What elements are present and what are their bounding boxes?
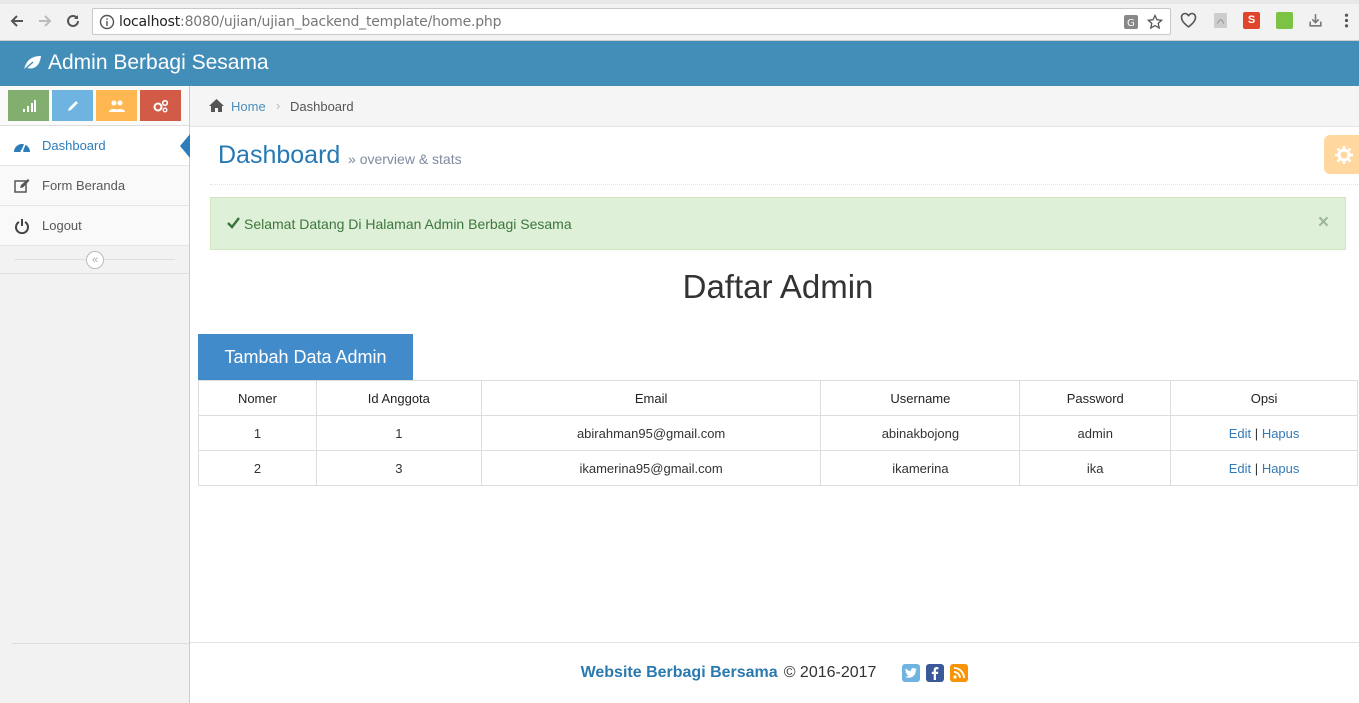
footer-copyright: © 2016-2017 <box>783 664 877 681</box>
translate-icon[interactable]: G <box>1123 14 1139 30</box>
info-icon <box>99 14 115 30</box>
pdf-extension-icon[interactable] <box>1212 12 1229 29</box>
pencil-icon <box>67 100 78 111</box>
cell-password: ika <box>1019 450 1172 486</box>
column-header: Email <box>480 380 822 416</box>
column-header: Opsi <box>1170 380 1358 416</box>
close-icon[interactable]: × <box>1318 212 1329 234</box>
cell-opsi: Edit | Hapus <box>1170 450 1358 486</box>
settings-toggle-button[interactable] <box>1324 135 1359 174</box>
table-header-row: Nomer Id Anggota Email Username Password… <box>198 380 1358 416</box>
bookmark-star-icon[interactable] <box>1147 14 1163 30</box>
tab-strip <box>0 0 1359 4</box>
admin-table: Nomer Id Anggota Email Username Password… <box>198 380 1358 486</box>
back-button[interactable] <box>6 10 28 32</box>
sidebar-item-label: Form Beranda <box>42 178 126 193</box>
edit-link[interactable]: Edit <box>1229 461 1251 476</box>
welcome-alert: Selamat Datang Di Halaman Admin Berbagi … <box>210 197 1346 250</box>
sidebar-item-form-beranda[interactable]: Form Beranda <box>0 166 189 206</box>
collapse-sidebar-button[interactable]: « <box>86 251 104 269</box>
shortcut-users-button[interactable] <box>96 90 137 121</box>
breadcrumb-home-link[interactable]: Home <box>231 99 266 114</box>
cell-email: abirahman95@gmail.com <box>480 415 822 451</box>
hapus-link[interactable]: Hapus <box>1262 461 1300 476</box>
power-icon <box>12 216 32 236</box>
cell-id-anggota: 3 <box>315 450 482 486</box>
column-header: Id Anggota <box>315 380 482 416</box>
menu-icon[interactable] <box>1338 12 1355 29</box>
cell-password: admin <box>1019 415 1172 451</box>
brand-link[interactable]: Admin Berbagi Sesama <box>22 51 269 75</box>
divider <box>210 184 1358 185</box>
facebook-icon[interactable] <box>926 664 945 682</box>
link-separator: | <box>1254 460 1259 476</box>
forward-button[interactable] <box>34 10 56 32</box>
leaf-icon <box>23 56 41 71</box>
address-bar[interactable]: localhost:8080/ujian/ujian_backend_templ… <box>92 8 1171 35</box>
edit-link[interactable]: Edit <box>1229 426 1251 441</box>
twitter-icon[interactable] <box>902 664 921 682</box>
cell-opsi: Edit | Hapus <box>1170 415 1358 451</box>
hapus-link[interactable]: Hapus <box>1262 426 1300 441</box>
divider <box>12 643 189 644</box>
sidebar: Dashboard Form Beranda Logout « <box>0 86 190 703</box>
edit-icon <box>12 176 32 196</box>
footer-site-name: Website Berbagi Bersama <box>580 664 778 681</box>
table-row: 2 3 ikamerina95@gmail.com ikamerina ika … <box>198 450 1358 486</box>
cell-username: abinakbojong <box>820 415 1021 451</box>
cell-username: ikamerina <box>820 450 1021 486</box>
double-chevron-right-icon: » <box>348 151 356 167</box>
footer: Website Berbagi Bersama © 2016-2017 <box>190 662 1359 684</box>
double-chevron-left-icon: « <box>91 254 99 266</box>
divider <box>190 642 1359 643</box>
gear-icon <box>1335 145 1353 164</box>
brand-title: Admin Berbagi Sesama <box>48 51 269 74</box>
page-subtitle: » overview & stats <box>348 151 462 167</box>
svg-text:G: G <box>1127 18 1135 29</box>
cell-email: ikamerina95@gmail.com <box>480 450 822 486</box>
breadcrumb: Home › Dashboard <box>190 86 1359 127</box>
signal-icon <box>22 99 36 112</box>
cell-id-anggota: 1 <box>315 415 482 451</box>
sidebar-shortcuts <box>0 86 189 126</box>
shortcut-stats-button[interactable] <box>8 90 49 121</box>
sidebar-item-label: Dashboard <box>42 138 106 153</box>
column-header: Nomer <box>198 380 317 416</box>
cogs-icon <box>153 99 168 112</box>
forward-arrow-icon <box>39 15 52 27</box>
breadcrumb-separator-icon: › <box>276 98 281 113</box>
reload-button[interactable] <box>62 10 84 32</box>
shortcut-settings-button[interactable] <box>140 90 181 121</box>
add-admin-button[interactable]: Tambah Data Admin <box>198 334 413 380</box>
green-extension-icon[interactable] <box>1276 12 1293 29</box>
sidebar-item-label: Logout <box>42 218 82 233</box>
app-navbar: Admin Berbagi Sesama <box>0 41 1359 86</box>
page-title: Dashboard <box>218 141 341 169</box>
content-title: Daftar Admin <box>682 268 874 305</box>
home-icon <box>209 99 224 112</box>
alert-message: Selamat Datang Di Halaman Admin Berbagi … <box>244 216 572 232</box>
breadcrumb-current: Dashboard <box>290 99 354 114</box>
browser-toolbar: localhost:8080/ujian/ujian_backend_templ… <box>0 0 1359 41</box>
download-extension-icon[interactable] <box>1307 12 1324 29</box>
column-header: Username <box>820 380 1021 416</box>
column-header: Password <box>1019 380 1172 416</box>
cell-nomer: 2 <box>198 450 317 486</box>
sidebar-collapse: « <box>0 246 189 274</box>
back-arrow-icon <box>10 15 23 27</box>
url-text: localhost:8080/ujian/ujian_backend_templ… <box>119 14 502 30</box>
sidebar-item-dashboard[interactable]: Dashboard <box>0 126 190 166</box>
shortcut-edit-button[interactable] <box>52 90 93 121</box>
users-icon <box>108 100 125 112</box>
link-separator: | <box>1254 425 1259 441</box>
heart-extension-icon[interactable] <box>1180 12 1197 29</box>
reload-icon <box>67 14 79 27</box>
check-icon <box>227 217 240 229</box>
cell-nomer: 1 <box>198 415 317 451</box>
table-row: 1 1 abirahman95@gmail.com abinakbojong a… <box>198 415 1358 451</box>
rss-icon[interactable] <box>950 664 969 682</box>
sidebar-item-logout[interactable]: Logout <box>0 206 189 246</box>
s-extension-icon[interactable]: S <box>1243 12 1260 29</box>
dashboard-icon <box>12 136 32 156</box>
